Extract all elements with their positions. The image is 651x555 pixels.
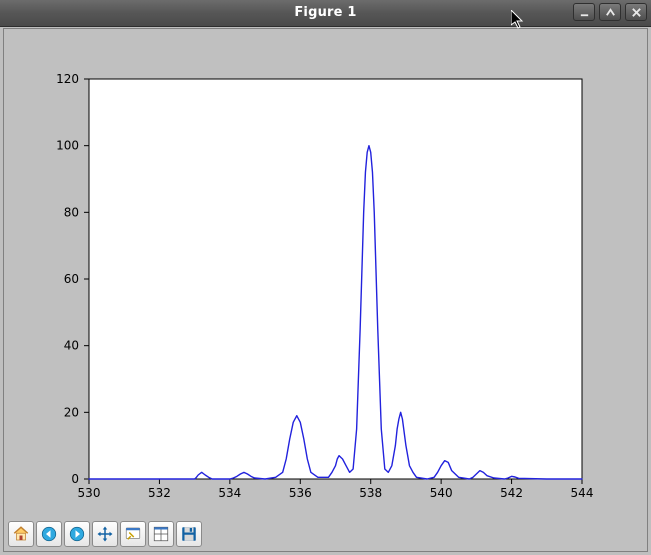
home-button[interactable] <box>8 521 34 547</box>
ytick-label: 100 <box>56 139 79 153</box>
maximize-icon <box>605 7 616 18</box>
xtick-label: 542 <box>500 486 523 500</box>
xtick-label: 538 <box>359 486 382 500</box>
pan-button[interactable] <box>92 521 118 547</box>
ytick-label: 0 <box>71 472 79 486</box>
ytick-label: 20 <box>64 405 79 419</box>
line-chart: 530 532 534 536 538 540 542 544 0 20 40 60 80 100 120 <box>4 29 647 519</box>
arrow-right-icon <box>68 525 86 543</box>
maximize-button[interactable] <box>599 3 621 21</box>
arrow-left-icon <box>40 525 58 543</box>
axes-frame <box>89 79 582 479</box>
xtick-label: 540 <box>430 486 453 500</box>
window-title: Figure 1 <box>0 0 651 26</box>
xtick-label: 532 <box>148 486 171 500</box>
close-button[interactable] <box>625 3 647 21</box>
subplots-button[interactable] <box>148 521 174 547</box>
subplots-icon <box>152 525 170 543</box>
zoom-rect-icon <box>124 525 142 543</box>
xtick-label: 530 <box>78 486 101 500</box>
zoom-button[interactable] <box>120 521 146 547</box>
forward-button[interactable] <box>64 521 90 547</box>
xtick-label: 536 <box>289 486 312 500</box>
titlebar: Figure 1 <box>0 0 651 27</box>
back-button[interactable] <box>36 521 62 547</box>
ytick-label: 60 <box>64 272 79 286</box>
matplotlib-toolbar <box>8 521 202 547</box>
close-icon <box>631 7 642 18</box>
move-icon <box>96 525 114 543</box>
home-icon <box>12 525 30 543</box>
xtick-label: 534 <box>218 486 241 500</box>
ytick-label: 120 <box>56 72 79 86</box>
ytick-label: 40 <box>64 339 79 353</box>
window-buttons <box>573 3 647 21</box>
plot-area[interactable]: 530 532 534 536 538 540 542 544 0 20 40 60 80 100 120 <box>4 29 647 519</box>
save-button[interactable] <box>176 521 202 547</box>
figure-client-area: 530 532 534 536 538 540 542 544 0 20 40 60 80 100 120 <box>3 28 648 552</box>
xtick-label: 544 <box>571 486 594 500</box>
minimize-icon <box>579 7 590 18</box>
save-icon <box>180 525 198 543</box>
ytick-label: 80 <box>64 205 79 219</box>
minimize-button[interactable] <box>573 3 595 21</box>
